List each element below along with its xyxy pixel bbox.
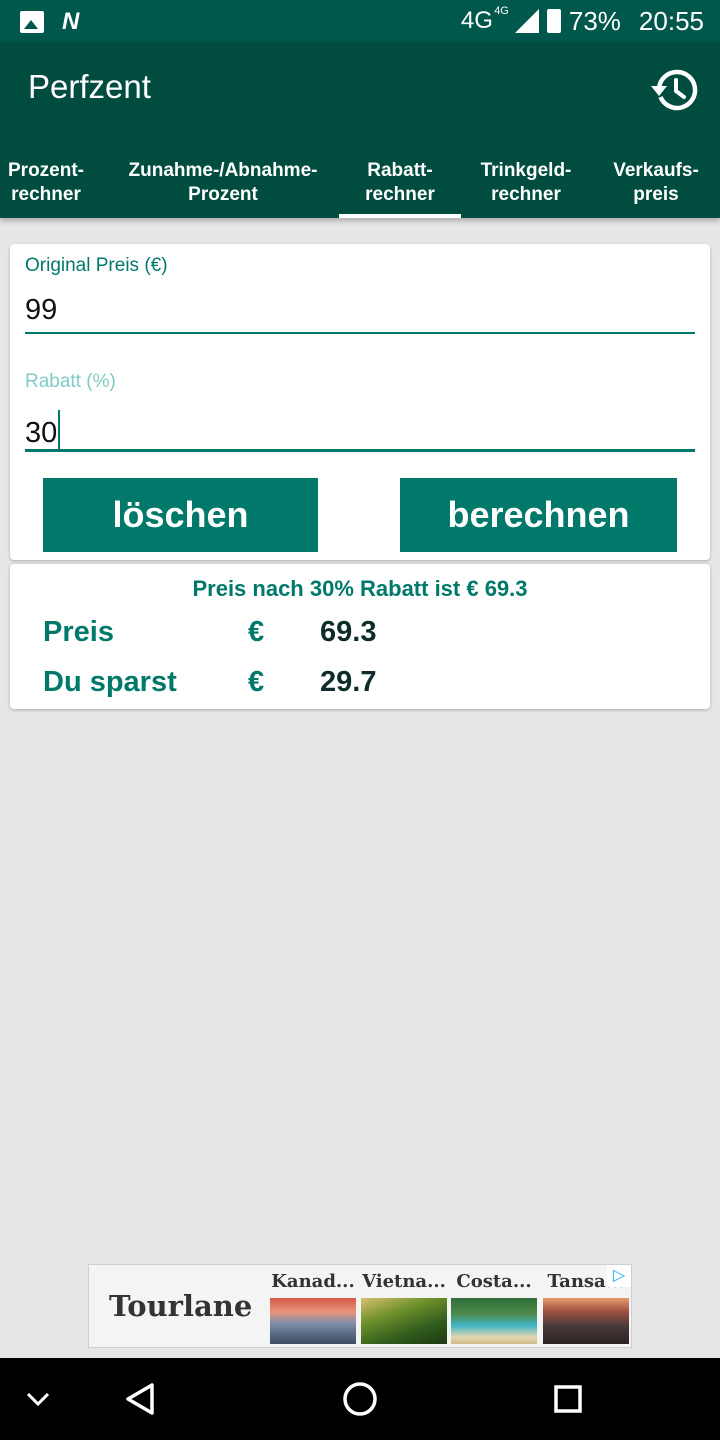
result-row-savings: Du sparst € 29.7 — [10, 666, 710, 706]
history-button[interactable] — [648, 66, 700, 114]
tab-indicator — [339, 214, 461, 218]
status-bar: N 4G 4G 73% 20:55 — [0, 0, 720, 42]
navigation-bar — [0, 1358, 720, 1440]
chevron-down-icon — [26, 1392, 50, 1407]
tab-prozentrechner[interactable]: Prozent- rechner — [0, 148, 92, 218]
clock: 20:55 — [638, 5, 704, 36]
battery-percent: 73% — [568, 5, 621, 36]
recents-icon — [554, 1385, 582, 1413]
result-savings-currency: € — [248, 666, 265, 698]
ad-banner[interactable]: Tourlane Kanad... Vietna... Costa... Tan… — [88, 1264, 632, 1348]
image-notification-icon — [20, 11, 44, 33]
home-icon — [343, 1382, 377, 1416]
original-price-input[interactable]: 99 — [25, 294, 695, 334]
nav-recents-button[interactable] — [538, 1358, 598, 1440]
adchoices-icon[interactable]: ▷ — [607, 1265, 631, 1287]
tab-verkaufspreis[interactable]: Verkaufs- preis — [600, 148, 712, 218]
result-summary: Preis nach 30% Rabatt ist € 69.3 — [192, 576, 528, 601]
text-cursor — [58, 410, 61, 450]
network-type: 4G 4G — [460, 5, 509, 34]
tab-bar: Prozent- rechner Zunahme-/Abnahme- Proze… — [0, 148, 720, 218]
app-title: Perfzent — [28, 68, 151, 105]
history-icon — [651, 69, 698, 111]
result-card: Preis nach 30% Rabatt ist € 69.3 Preis €… — [10, 564, 710, 709]
clear-button[interactable]: löschen — [43, 478, 318, 552]
result-price-value: 69.3 — [320, 616, 377, 648]
ad-item[interactable]: Kanad... — [270, 1271, 356, 1344]
result-row-price: Preis € 69.3 — [10, 616, 710, 656]
back-icon — [126, 1383, 154, 1415]
n-notification-icon: N — [62, 8, 80, 35]
tab-rabattrechner[interactable]: Rabatt- rechner — [339, 148, 461, 218]
tab-trinkgeldrechner[interactable]: Trinkgeld- rechner — [470, 148, 582, 218]
result-price-label: Preis — [43, 616, 114, 648]
result-price-currency: € — [248, 616, 265, 648]
app-bar: Perfzent Prozent- rechner Zunahme-/Abnah… — [0, 42, 720, 218]
battery-icon — [546, 9, 561, 33]
safari-photo — [543, 1298, 629, 1344]
original-price-label: Original Preis (€) — [25, 255, 168, 276]
calculate-button[interactable]: berechnen — [400, 478, 677, 552]
tab-zunahme-abnahme[interactable]: Zunahme-/Abnahme- Prozent — [112, 148, 334, 218]
mountain-photo — [270, 1298, 356, 1344]
input-card: Original Preis (€) 99 Rabatt (%) 30 lösc… — [10, 244, 710, 560]
rice-terrace-photo — [361, 1298, 447, 1344]
discount-label: Rabatt (%) — [25, 371, 116, 392]
nav-back-button[interactable] — [110, 1358, 170, 1440]
result-savings-label: Du sparst — [43, 666, 177, 698]
ad-item[interactable]: Costa... — [451, 1271, 537, 1344]
signal-icon — [514, 9, 539, 33]
beach-photo — [451, 1298, 537, 1344]
ad-brand-logo: Tourlane — [109, 1289, 253, 1323]
result-savings-value: 29.7 — [320, 666, 377, 698]
discount-input[interactable]: 30 — [25, 410, 695, 452]
ad-item[interactable]: Vietna... — [361, 1271, 447, 1344]
nav-home-button[interactable] — [330, 1358, 390, 1440]
nav-collapse-button[interactable] — [18, 1358, 58, 1440]
